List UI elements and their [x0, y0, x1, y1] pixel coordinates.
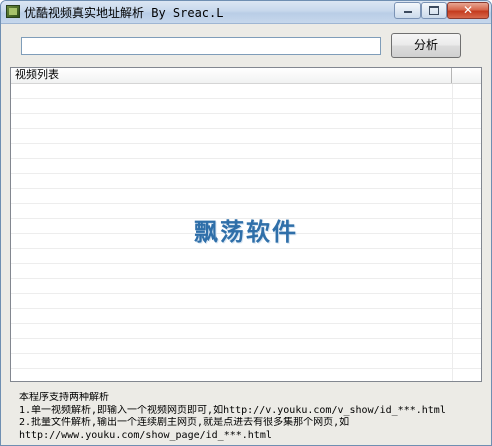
column-header-filler: [452, 68, 481, 83]
minimize-icon: [403, 11, 412, 13]
info-line-batch-url: http://www.youku.com/show_page/id_***.ht…: [19, 429, 272, 441]
url-input[interactable]: [21, 37, 381, 55]
maximize-icon: [429, 6, 439, 15]
video-list[interactable]: 视频列表 飘荡软件: [10, 67, 482, 382]
maximize-button[interactable]: [421, 2, 447, 19]
info-text: 本程序支持两种解析 1.单一视频解析,即输入一个视频网页即可,如http://v…: [19, 392, 489, 442]
app-icon[interactable]: [6, 5, 20, 18]
column-header-video-list[interactable]: 视频列表: [11, 68, 452, 83]
close-button[interactable]: ✕: [447, 2, 489, 19]
info-line-heading: 本程序支持两种解析: [19, 392, 109, 403]
main-window: 优酷视频真实地址解析 By Sreac.L ✕ 分析 视频列表 飘荡软件 本程序…: [0, 0, 492, 446]
parse-button[interactable]: 分析: [391, 33, 461, 58]
list-header: 视频列表: [11, 68, 481, 84]
minimize-button[interactable]: [394, 2, 421, 19]
close-icon: ✕: [462, 3, 474, 17]
window-title: 优酷视频真实地址解析 By Sreac.L: [24, 6, 224, 20]
watermark-text: 飘荡软件: [194, 217, 298, 246]
title-bar[interactable]: 优酷视频真实地址解析 By Sreac.L ✕: [1, 1, 491, 24]
info-line-batch: 2.批量文件解析,输出一个连续剧主网页,就是点进去有很多集那个网页,如: [19, 417, 350, 428]
info-line-single: 1.单一视频解析,即输入一个视频网页即可,如http://v.youku.com…: [19, 404, 446, 416]
